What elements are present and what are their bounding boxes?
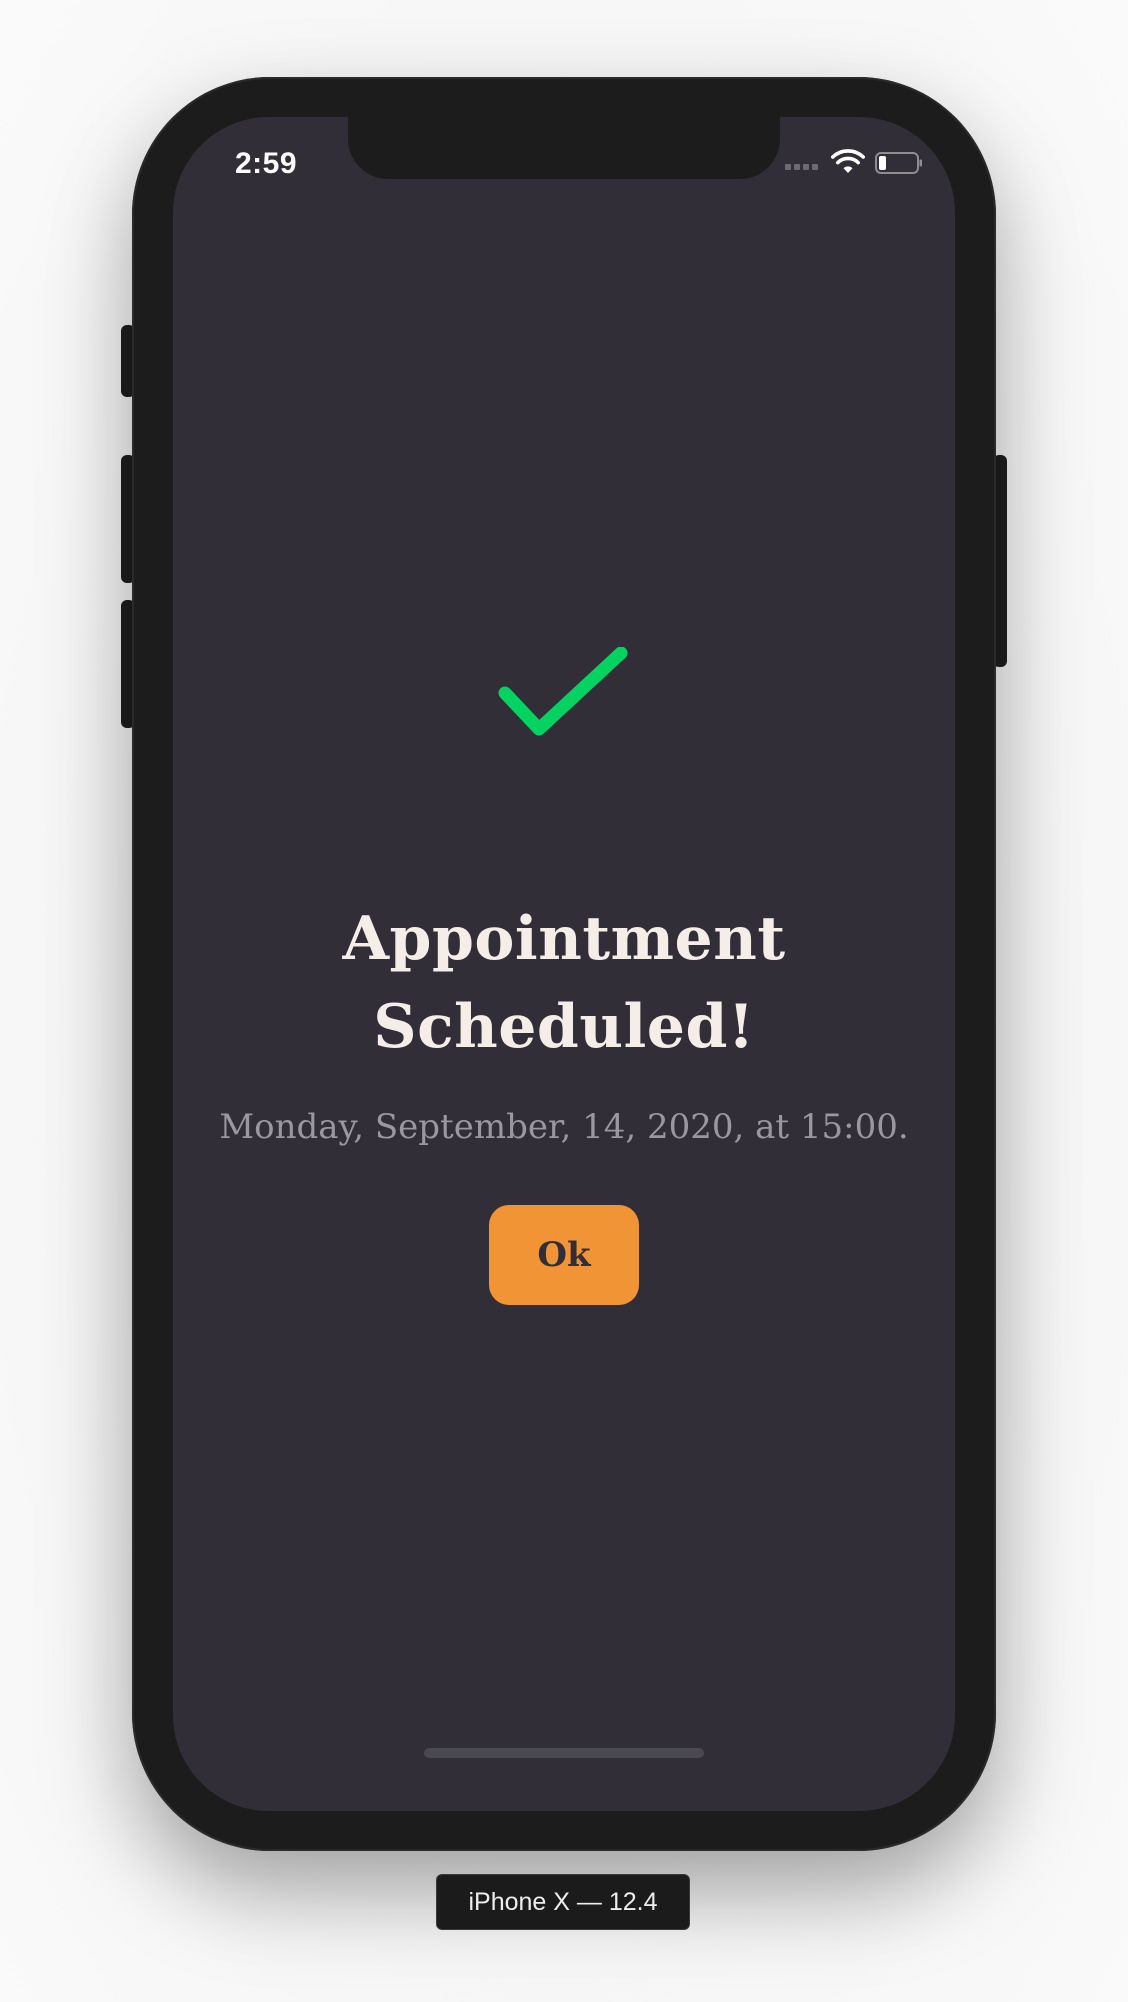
app-screen: 2:59 Appointment Scheduled! Monday, Sept… — [173, 117, 955, 1811]
ok-button[interactable]: Ok — [489, 1205, 639, 1305]
checkmark-icon — [498, 647, 628, 736]
confirmation-title: Appointment Scheduled! — [173, 895, 955, 1071]
simulator-device-label: iPhone X — 12.4 — [436, 1874, 690, 1930]
simulator-stage: 2:59 Appointment Scheduled! Monday, Sept… — [0, 0, 1128, 2002]
wifi-icon — [831, 149, 865, 173]
device-notch — [348, 117, 780, 179]
title-line-1: Appointment — [342, 904, 786, 974]
title-line-2: Scheduled! — [373, 992, 755, 1062]
iphone-frame: 2:59 Appointment Scheduled! Monday, Sept… — [132, 77, 996, 1851]
cellular-signal-icon — [785, 164, 821, 172]
status-bar-time: 2:59 — [235, 147, 298, 180]
battery-icon — [875, 152, 922, 174]
ok-button-label: Ok — [537, 1235, 591, 1275]
home-indicator[interactable] — [424, 1748, 704, 1758]
appointment-date-text: Monday, September, 14, 2020, at 15:00. — [219, 1107, 909, 1147]
